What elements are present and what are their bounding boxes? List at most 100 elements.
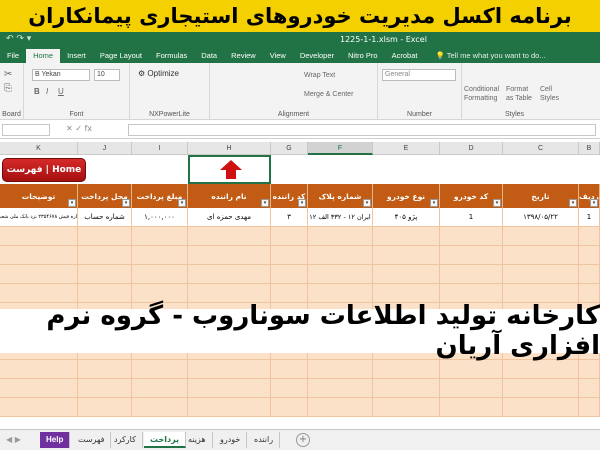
tab-file[interactable]: File xyxy=(0,49,26,63)
empty-cell[interactable] xyxy=(0,379,78,398)
column-header-f[interactable]: F xyxy=(308,142,373,155)
tell-me-search[interactable]: 💡 Tell me what you want to do... xyxy=(428,49,552,63)
wrap-text-button[interactable]: Wrap Text xyxy=(304,72,335,79)
empty-cell[interactable] xyxy=(308,227,373,246)
empty-cell[interactable] xyxy=(188,379,271,398)
cell-plate-number[interactable]: ایران ۱۲ - ۳۳۲ الف ۱۲ xyxy=(308,208,373,227)
empty-cell[interactable] xyxy=(503,379,579,398)
cell-row-number[interactable]: 1 xyxy=(579,208,600,227)
filter-dropdown-icon[interactable]: ▾ xyxy=(178,199,186,207)
header-driver-name[interactable]: نام راننده ▾ xyxy=(188,184,271,208)
empty-cell[interactable] xyxy=(132,360,188,379)
sheet-tab-worklog[interactable]: کارکرد xyxy=(108,432,143,448)
empty-cell[interactable] xyxy=(188,227,271,246)
column-header-g[interactable]: G xyxy=(271,142,308,155)
empty-cell[interactable] xyxy=(308,246,373,265)
cut-icon[interactable]: ✂ xyxy=(4,69,12,80)
column-header-b[interactable]: B xyxy=(579,142,600,155)
empty-cell[interactable] xyxy=(440,379,503,398)
empty-cell[interactable] xyxy=(78,360,132,379)
filter-dropdown-icon[interactable]: ▾ xyxy=(261,199,269,207)
empty-cell[interactable] xyxy=(373,360,440,379)
empty-cell[interactable] xyxy=(579,246,600,265)
underline-button[interactable]: U xyxy=(58,87,64,96)
empty-cell[interactable] xyxy=(271,379,308,398)
font-size-select[interactable]: 10 xyxy=(94,69,120,81)
italic-button[interactable]: I xyxy=(46,87,48,96)
filter-dropdown-icon[interactable]: ▾ xyxy=(122,199,130,207)
tab-insert[interactable]: Insert xyxy=(60,49,93,63)
empty-cell[interactable] xyxy=(0,398,78,417)
cell-driver-code[interactable]: ۳ xyxy=(271,208,308,227)
optimize-button[interactable]: ⚙ Optimize xyxy=(138,69,179,78)
merge-center-button[interactable]: Merge & Center xyxy=(304,91,353,98)
empty-cell[interactable] xyxy=(440,360,503,379)
empty-cell[interactable] xyxy=(0,246,78,265)
empty-cell[interactable] xyxy=(132,379,188,398)
empty-cell[interactable] xyxy=(503,227,579,246)
tab-nitro-pro[interactable]: Nitro Pro xyxy=(341,49,385,63)
sheet-tab-cars[interactable]: خودرو xyxy=(214,432,248,448)
column-header-i[interactable]: I xyxy=(132,142,188,155)
header-driver-code[interactable]: کد راننده ▾ xyxy=(271,184,308,208)
empty-cell[interactable] xyxy=(271,265,308,284)
empty-cell[interactable] xyxy=(308,379,373,398)
tab-review[interactable]: Review xyxy=(224,49,263,63)
empty-cell[interactable] xyxy=(0,265,78,284)
filter-dropdown-icon[interactable]: ▾ xyxy=(68,199,76,207)
tab-view[interactable]: View xyxy=(263,49,293,63)
header-date[interactable]: تاریخ ▾ xyxy=(503,184,579,208)
filter-dropdown-icon[interactable]: ▾ xyxy=(493,199,501,207)
sheet-tab-help[interactable]: Help xyxy=(40,432,71,448)
empty-cell[interactable] xyxy=(373,227,440,246)
empty-cell[interactable] xyxy=(503,398,579,417)
tab-developer[interactable]: Developer xyxy=(293,49,341,63)
empty-cell[interactable] xyxy=(373,379,440,398)
home-button[interactable]: فهرست | Home xyxy=(2,158,86,182)
sheet-nav-arrows[interactable]: ◀ ▶ xyxy=(6,435,21,444)
empty-cell[interactable] xyxy=(579,379,600,398)
cell-payment-place[interactable]: شماره حساب xyxy=(78,208,132,227)
empty-cell[interactable] xyxy=(271,398,308,417)
empty-cell[interactable] xyxy=(132,265,188,284)
conditional-formatting-button[interactable]: Conditional Formatting xyxy=(464,85,502,103)
sheet-tab-expenses[interactable]: هزینه xyxy=(182,432,213,448)
empty-cell[interactable] xyxy=(503,246,579,265)
filter-dropdown-icon[interactable]: ▾ xyxy=(430,199,438,207)
header-plate-number[interactable]: شماره پلاک ▾ xyxy=(308,184,373,208)
empty-cell[interactable] xyxy=(78,227,132,246)
header-row-number[interactable]: ردیف ▾ xyxy=(579,184,600,208)
empty-cell[interactable] xyxy=(440,398,503,417)
formula-icons[interactable]: ✕ ✓ fx xyxy=(66,124,92,133)
cell-styles-button[interactable]: Cell Styles xyxy=(540,85,564,103)
empty-cell[interactable] xyxy=(503,265,579,284)
quick-access-toolbar[interactable]: ↶ ↷ ▾ xyxy=(6,34,31,44)
empty-cell[interactable] xyxy=(78,246,132,265)
column-header-d[interactable]: D xyxy=(440,142,503,155)
tab-page-layout[interactable]: Page Layout xyxy=(93,49,149,63)
empty-cell[interactable] xyxy=(440,265,503,284)
filter-dropdown-icon[interactable]: ▾ xyxy=(590,199,598,207)
header-car-type[interactable]: نوع خودرو ▾ xyxy=(373,184,440,208)
empty-cell[interactable] xyxy=(579,265,600,284)
empty-cell[interactable] xyxy=(579,227,600,246)
empty-cell[interactable] xyxy=(132,398,188,417)
empty-cell[interactable] xyxy=(132,227,188,246)
cell-driver-name[interactable]: مهدی حمزه ای xyxy=(188,208,271,227)
empty-cell[interactable] xyxy=(503,360,579,379)
header-payment-place[interactable]: محل پرداخت ▾ xyxy=(78,184,132,208)
add-sheet-button[interactable]: + xyxy=(296,433,310,447)
empty-cell[interactable] xyxy=(78,398,132,417)
tab-data[interactable]: Data xyxy=(194,49,224,63)
empty-cell[interactable] xyxy=(78,379,132,398)
header-payment-amount[interactable]: مبلغ پرداخت ▾ xyxy=(132,184,188,208)
empty-cell[interactable] xyxy=(373,265,440,284)
empty-cell[interactable] xyxy=(440,227,503,246)
column-header-j[interactable]: J xyxy=(78,142,132,155)
cell-date[interactable]: ۱۳۹۸/۰۵/۲۲ xyxy=(503,208,579,227)
filter-dropdown-icon[interactable]: ▾ xyxy=(569,199,577,207)
column-header-k[interactable]: K xyxy=(0,142,78,155)
empty-cell[interactable] xyxy=(188,360,271,379)
empty-cell[interactable] xyxy=(188,246,271,265)
empty-cell[interactable] xyxy=(0,227,78,246)
